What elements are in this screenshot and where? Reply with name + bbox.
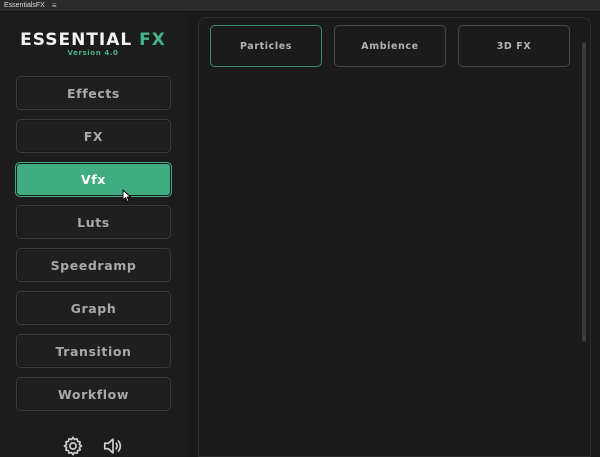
sidebar-item-luts[interactable]: Luts bbox=[16, 205, 171, 239]
gear-icon[interactable] bbox=[62, 435, 84, 457]
speaker-icon[interactable] bbox=[102, 435, 124, 457]
sidebar-footer bbox=[0, 435, 186, 457]
tab-3d-fx[interactable]: 3D FX bbox=[458, 25, 570, 67]
tab-label: Particles bbox=[240, 40, 292, 52]
sidebar-item-fx[interactable]: FX bbox=[16, 119, 171, 153]
tab-ambience[interactable]: Ambience bbox=[334, 25, 446, 67]
sidebar-item-speedramp[interactable]: Speedramp bbox=[16, 248, 171, 282]
sidebar-item-label: Effects bbox=[67, 85, 120, 101]
sidebar-item-label: Graph bbox=[70, 300, 117, 316]
logo-accent-text: FX bbox=[139, 30, 166, 50]
sidebar: ESSENTIAL FX Version 4.0 Effects FX Vfx … bbox=[0, 13, 186, 457]
sidebar-item-label: Luts bbox=[77, 214, 110, 230]
sidebar-item-vfx[interactable]: Vfx bbox=[15, 162, 172, 197]
window-titlebar: EssentialsFX ≡ bbox=[0, 0, 600, 12]
tab-label: 3D FX bbox=[496, 40, 532, 52]
content-panel: Particles Ambience 3D FX bbox=[198, 17, 591, 457]
sidebar-item-workflow[interactable]: Workflow bbox=[16, 377, 171, 411]
sidebar-item-label: Speedramp bbox=[50, 257, 137, 273]
vertical-scrollbar[interactable] bbox=[582, 42, 586, 342]
window-title: EssentialsFX bbox=[4, 2, 45, 9]
app-logo: ESSENTIAL FX bbox=[0, 30, 186, 50]
panel-menu-icon[interactable]: ≡ bbox=[52, 1, 57, 10]
logo-main-text: ESSENTIAL bbox=[20, 30, 133, 50]
version-label: Version 4.0 bbox=[67, 49, 119, 57]
mouse-cursor-icon bbox=[122, 189, 132, 203]
sidebar-item-graph[interactable]: Graph bbox=[16, 291, 171, 325]
sidebar-item-effects[interactable]: Effects bbox=[16, 76, 171, 110]
sidebar-item-transition[interactable]: Transition bbox=[16, 334, 171, 368]
sidebar-item-label: Workflow bbox=[57, 386, 130, 402]
sidebar-item-label: FX bbox=[83, 128, 104, 144]
sidebar-item-label: Transition bbox=[55, 343, 132, 359]
tab-label: Ambience bbox=[361, 40, 419, 52]
sidebar-item-label: Vfx bbox=[81, 172, 106, 187]
tab-particles[interactable]: Particles bbox=[210, 25, 322, 67]
